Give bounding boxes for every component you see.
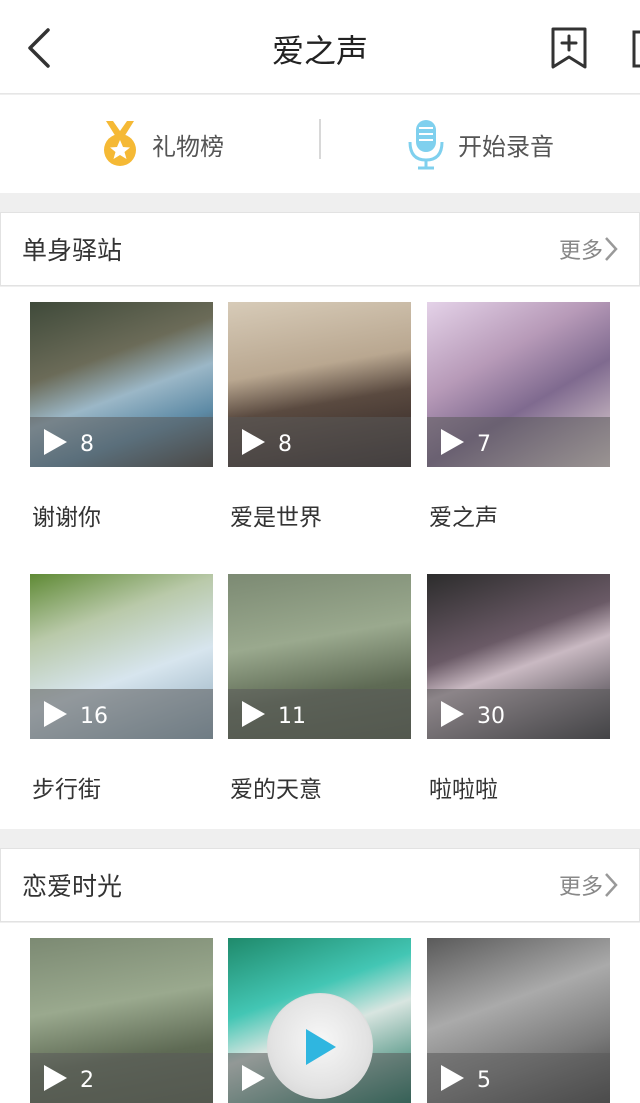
play-icon — [242, 1065, 265, 1091]
section-grid: 8 谢谢你 8 爱是世界 7 爱之声 16 步行街 11 爱的天意 30 啦啦啦 — [0, 287, 640, 829]
start-recording-button[interactable]: 开始录音 — [406, 95, 554, 193]
cover-image: 16 — [30, 574, 213, 739]
play-count: 16 — [80, 704, 108, 729]
floating-player-button[interactable] — [267, 993, 373, 1099]
cover-image: 30 — [427, 574, 610, 739]
section-title: 恋爱时光 — [22, 872, 123, 901]
play-count: 8 — [80, 432, 94, 457]
play-count: 7 — [477, 432, 491, 457]
gift-ranking-button[interactable]: 礼物榜 — [100, 95, 224, 193]
chevron-right-icon[interactable] — [603, 871, 619, 899]
top-nav-bar: 爱之声 — [0, 0, 640, 94]
audio-card[interactable]: 30 啦啦啦 — [427, 574, 610, 803]
play-count: 30 — [477, 704, 505, 729]
audio-card[interactable]: 5 — [427, 938, 610, 1103]
section-title: 单身驿站 — [22, 236, 123, 265]
item-title: 爱之声 — [429, 505, 498, 531]
cover-image: 8 — [30, 302, 213, 467]
chevron-right-icon[interactable] — [603, 235, 619, 263]
play-icon — [441, 701, 464, 727]
audio-card[interactable]: 8 谢谢你 — [30, 302, 213, 531]
audio-card[interactable]: 8 爱是世界 — [228, 302, 411, 531]
play-icon — [242, 701, 265, 727]
item-title: 爱的天意 — [230, 777, 322, 803]
item-title: 啦啦啦 — [429, 777, 498, 803]
bookmark-plus-icon[interactable] — [548, 26, 590, 70]
medal-icon — [104, 121, 136, 166]
start-recording-label: 开始录音 — [458, 132, 554, 161]
play-count: 8 — [278, 432, 292, 457]
play-icon — [44, 429, 67, 455]
cover-image: 7 — [427, 302, 610, 467]
play-icon — [441, 429, 464, 455]
play-icon — [242, 429, 265, 455]
item-title: 爱是世界 — [230, 505, 322, 531]
play-icon — [441, 1065, 464, 1091]
cover-image: 8 — [228, 302, 411, 467]
play-count: 5 — [477, 1068, 491, 1093]
item-title: 步行街 — [32, 777, 101, 803]
play-count: 2 — [80, 1068, 94, 1093]
section-header-love-time: 恋爱时光 更多 — [0, 848, 640, 922]
audio-card[interactable]: 11 爱的天意 — [228, 574, 411, 803]
audio-card[interactable]: 16 步行街 — [30, 574, 213, 803]
play-icon — [44, 1065, 67, 1091]
cover-image: 5 — [427, 938, 610, 1103]
page-title: 爱之声 — [271, 32, 368, 70]
more-link[interactable]: 更多 — [559, 869, 603, 901]
section-header-single-station: 单身驿站 更多 — [0, 212, 640, 286]
play-icon — [44, 701, 67, 727]
share-icon[interactable] — [630, 30, 640, 68]
cover-image: 2 — [30, 938, 213, 1103]
play-count: 11 — [278, 704, 306, 729]
divider — [319, 119, 321, 159]
audio-card[interactable]: 2 — [30, 938, 213, 1103]
play-icon — [306, 1029, 336, 1065]
microphone-icon — [408, 120, 444, 170]
gift-ranking-label: 礼物榜 — [152, 132, 224, 161]
item-title: 谢谢你 — [32, 505, 101, 531]
action-row: 礼物榜 开始录音 — [0, 95, 640, 193]
audio-card[interactable]: 7 爱之声 — [427, 302, 610, 531]
more-link[interactable]: 更多 — [559, 233, 603, 265]
cover-image: 11 — [228, 574, 411, 739]
